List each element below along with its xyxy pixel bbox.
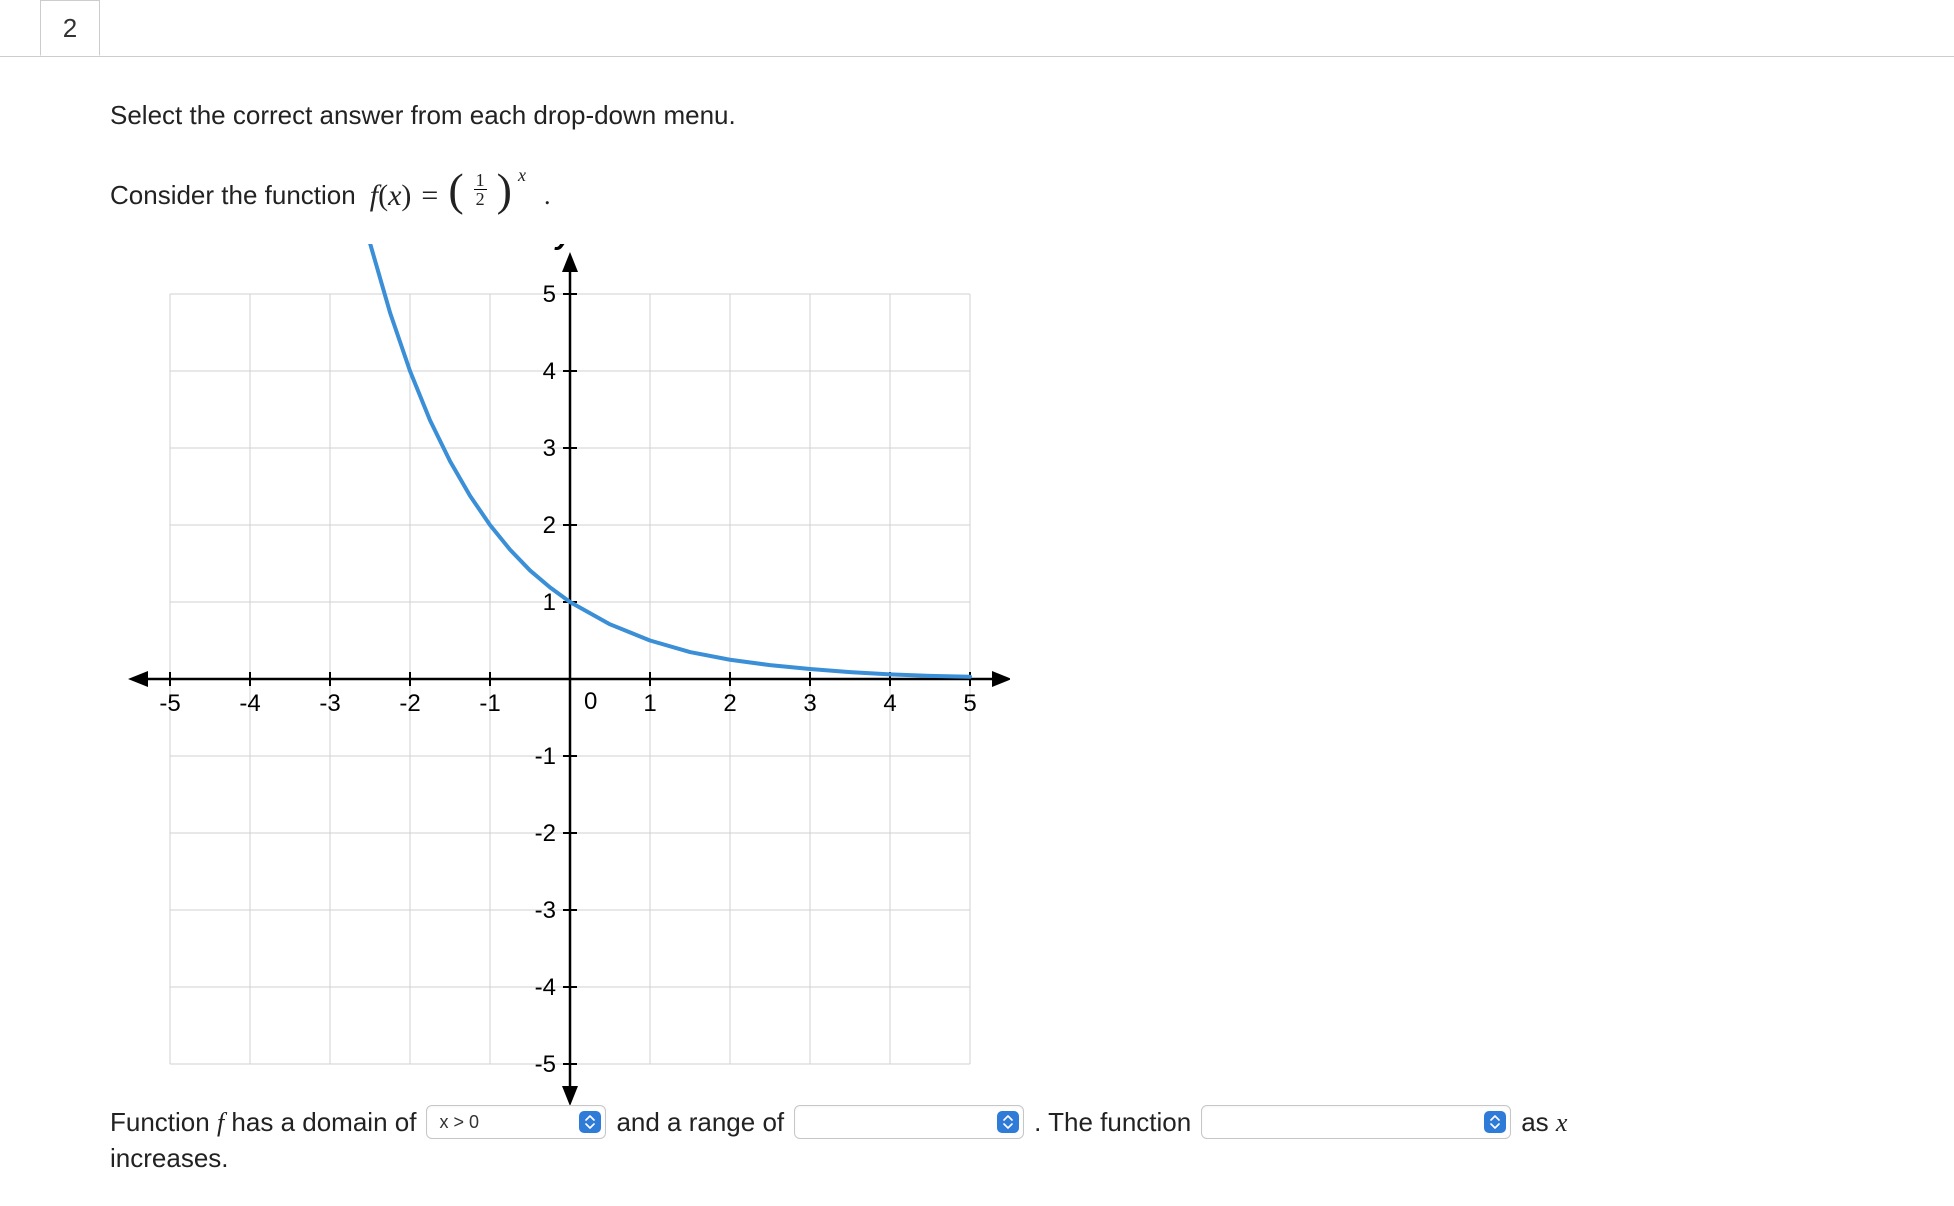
eq-frac-num: 1 [474,171,487,190]
content-area: Select the correct answer from each drop… [110,100,1914,1114]
dropdown-handle-icon [579,1111,601,1133]
sentence-part1: Function f has a domain of [110,1107,416,1138]
consider-prefix: Consider the function [110,180,356,211]
svg-text:-1: -1 [479,690,500,717]
page: 2 Select the correct answer from each dr… [0,0,1954,1206]
svg-text:3: 3 [803,690,816,717]
svg-text:0: 0 [584,688,597,715]
svg-text:-4: -4 [239,690,260,717]
svg-text:3: 3 [543,435,556,462]
graph: -5 -4 -3 -2 -1 1 2 3 4 5 -5 -4 -3 -2 -1 1 2 3 4 5 0 yx [110,244,1010,1114]
svg-text:5: 5 [963,690,976,717]
graph-curve [362,244,970,677]
svg-text:-4: -4 [535,974,556,1001]
question-number-tab: 2 [40,0,100,56]
svg-text:4: 4 [543,358,556,385]
question-number: 2 [63,13,77,44]
eq-frac-den: 2 [476,190,485,208]
svg-text:-2: -2 [399,690,420,717]
svg-text:-1: -1 [535,743,556,770]
svg-text:2: 2 [723,690,736,717]
svg-text:-5: -5 [159,690,180,717]
svg-text:1: 1 [643,690,656,717]
function-equation: f(x) = ( 1 2 ) x . [370,177,551,214]
italic-x: x [1556,1108,1568,1137]
svg-text:1: 1 [543,589,556,616]
svg-text:-3: -3 [535,897,556,924]
dropdown-handle-icon [1484,1111,1506,1133]
domain-dropdown[interactable]: x > 0 [426,1105,606,1139]
sentence-part5: increases. [110,1143,229,1173]
sentence-part2: and a range of [616,1107,784,1138]
graph-axes [128,252,1010,1106]
svg-text:-5: -5 [535,1051,556,1078]
consider-line: Consider the function f(x) = ( 1 2 ) x . [110,177,1914,214]
prompt-text: Select the correct answer from each drop… [110,100,1914,131]
svg-text:2: 2 [543,512,556,539]
dropdown-handle-icon [997,1111,1019,1133]
sentence-part3: . The function [1034,1107,1191,1138]
tab-underline [0,56,1954,57]
range-dropdown[interactable] [794,1105,1024,1139]
domain-dropdown-value: x > 0 [439,1112,571,1133]
eq-lhs-f: f [370,179,378,212]
graph-svg: -5 -4 -3 -2 -1 1 2 3 4 5 -5 -4 -3 -2 -1 1 2 3 4 5 0 yx [110,244,1010,1114]
svg-text:y: y [554,244,574,251]
sentence-part4: as x [1521,1107,1567,1138]
eq-lhs-x: x [388,179,401,212]
svg-text:4: 4 [883,690,896,717]
svg-text:-3: -3 [319,690,340,717]
eq-exponent: x [518,165,526,186]
svg-text:-2: -2 [535,820,556,847]
behavior-dropdown[interactable] [1201,1105,1511,1139]
svg-text:5: 5 [543,281,556,308]
answer-sentence: Function f has a domain of x > 0 and a r… [110,1105,1914,1204]
eq-fraction: 1 2 [474,171,487,208]
graph-axis-labels: yx [554,244,1010,694]
italic-f: f [217,1108,224,1137]
